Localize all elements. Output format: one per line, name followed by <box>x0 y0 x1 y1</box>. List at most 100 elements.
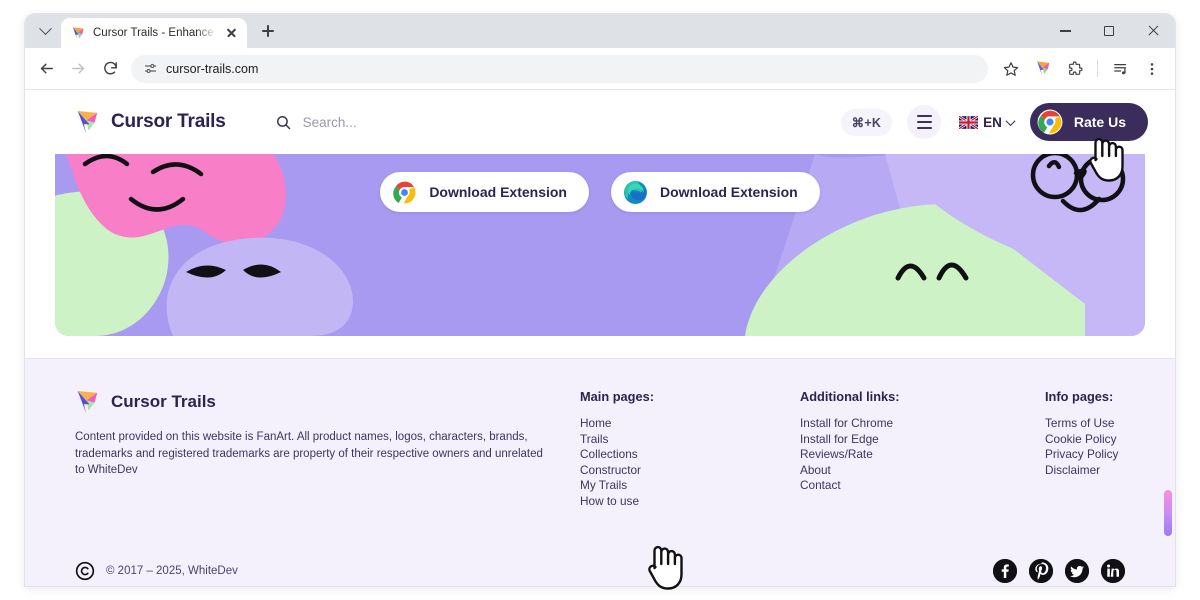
browser-menu-icon <box>1150 62 1154 75</box>
footer-link-collections[interactable]: Collections <box>580 447 800 463</box>
bookmark-button[interactable] <box>996 54 1026 84</box>
footer-bottom-bar: © 2017 – 2025, WhiteDev <box>25 536 1175 586</box>
browser-window: Cursor Trails - Enhance Your Ch <box>25 14 1175 586</box>
copyright-text: © 2017 – 2025, WhiteDev <box>106 564 238 577</box>
footer-link-home[interactable]: Home <box>580 416 800 432</box>
site-header: Cursor Trails Search... ⌘+K EN Rate Us <box>25 90 1175 154</box>
extensions-puzzle-icon <box>1069 60 1083 75</box>
download-extension-edge-button[interactable]: Download Extension <box>611 172 820 212</box>
footer-link-contact[interactable]: Contact <box>800 478 1045 494</box>
browser-menu-button[interactable] <box>1137 54 1167 84</box>
footer-disclaimer: Content provided on this website is FanA… <box>75 431 543 477</box>
pinterest-button[interactable] <box>1029 558 1053 583</box>
tab-search-button[interactable] <box>31 18 59 44</box>
tab-strip: Cursor Trails - Enhance Your Ch <box>25 14 1175 48</box>
hamburger-icon-line <box>916 126 932 129</box>
footer-column-main-pages: Main pages: Home Trails Collections Cons… <box>580 389 800 510</box>
extensions-button[interactable] <box>1060 54 1090 84</box>
footer-logo[interactable]: Cursor Trails <box>75 389 580 415</box>
hamburger-icon-line <box>916 121 932 123</box>
chrome-icon <box>392 180 417 204</box>
footer-column-info-pages: Info pages: Terms of Use Cookie Policy P… <box>1045 389 1118 510</box>
footer-link-disclaimer[interactable]: Disclaimer <box>1045 463 1118 479</box>
search-placeholder: Search... <box>302 114 357 130</box>
new-tab-button[interactable] <box>255 18 281 44</box>
footer-link-reviews-rate[interactable]: Reviews/Rate <box>800 447 1045 463</box>
twitter-icon <box>1065 558 1089 583</box>
footer-link-install-chrome[interactable]: Install for Chrome <box>800 416 1045 432</box>
hero-download-buttons: Download Extension Download Extension <box>55 172 1145 212</box>
chevron-down-icon <box>1005 115 1016 126</box>
hamburger-icon-line <box>916 115 932 118</box>
page-scrollbar-thumb[interactable] <box>1164 490 1172 536</box>
footer-brand-column: Cursor Trails Content provided on this w… <box>75 389 580 510</box>
download-extension-chrome-label: Download Extension <box>429 184 567 200</box>
close-window-button[interactable] <box>1131 14 1175 48</box>
copyright-icon <box>75 561 95 580</box>
page-scrollbar-track[interactable] <box>1161 90 1175 586</box>
page-viewport: Cursor Trails Search... ⌘+K EN Rate Us D… <box>25 90 1175 586</box>
site-logo[interactable]: Cursor Trails <box>75 109 226 135</box>
maximize-button[interactable] <box>1087 14 1131 48</box>
toolbar-actions <box>996 54 1167 84</box>
site-footer: Cursor Trails Content provided on this w… <box>25 358 1175 586</box>
download-extension-chrome-button[interactable]: Download Extension <box>380 172 589 212</box>
footer-column-title: Info pages: <box>1045 389 1114 404</box>
footer-column-additional-links: Additional links: Install for Chrome Ins… <box>800 389 1045 510</box>
footer-link-privacy-policy[interactable]: Privacy Policy <box>1045 447 1118 463</box>
edge-icon <box>624 180 647 204</box>
address-bar[interactable]: cursor-trails.com <box>131 54 988 83</box>
rate-us-header-label: Rate Us <box>1073 114 1126 130</box>
language-selector[interactable]: EN <box>959 114 1016 130</box>
reload-icon <box>103 61 117 75</box>
footer-link-trails[interactable]: Trails <box>580 432 800 448</box>
maximize-icon <box>1104 26 1114 36</box>
social-links <box>993 558 1125 583</box>
search-input[interactable]: Search... <box>258 102 833 142</box>
footer-link-install-edge[interactable]: Install for Edge <box>800 432 1045 448</box>
uk-flag-icon <box>959 115 979 129</box>
bookmark-star-icon <box>1003 61 1019 76</box>
back-icon <box>40 63 53 74</box>
footer-brand-name: Cursor Trails <box>111 392 216 411</box>
address-bar-url: cursor-trails.com <box>166 61 259 76</box>
menu-button[interactable] <box>907 105 942 139</box>
browser-tab-title: Cursor Trails - Enhance Your Ch <box>93 27 216 39</box>
facebook-button[interactable] <box>993 558 1017 583</box>
keyboard-shortcut-badge: ⌘+K <box>840 108 893 136</box>
footer-link-my-trails[interactable]: My Trails <box>580 478 800 494</box>
facebook-icon <box>993 558 1017 583</box>
footer-link-how-to-use[interactable]: How to use <box>580 494 800 510</box>
footer-link-constructor[interactable]: Constructor <box>580 463 800 479</box>
chrome-icon <box>1037 109 1063 135</box>
forward-button[interactable] <box>63 54 93 84</box>
reload-button[interactable] <box>95 54 125 84</box>
footer-link-about[interactable]: About <box>800 463 1045 479</box>
close-icon <box>1147 25 1159 37</box>
back-button[interactable] <box>31 54 61 84</box>
cursor-trails-logo-icon <box>75 109 101 135</box>
cursor-trails-favicon <box>71 26 86 41</box>
toolbar-divider <box>1097 60 1098 77</box>
footer-link-cookie-policy[interactable]: Cookie Policy <box>1045 432 1118 448</box>
browser-tab[interactable]: Cursor Trails - Enhance Your Ch <box>61 18 247 48</box>
site-settings-icon[interactable] <box>143 61 158 76</box>
chevron-down-icon <box>38 21 52 35</box>
minimize-button[interactable] <box>1043 14 1087 48</box>
linkedin-button[interactable] <box>1101 558 1125 583</box>
pinterest-icon <box>1029 558 1053 583</box>
cursor-trails-extension-icon <box>1036 61 1049 76</box>
cursor-trails-extension-button[interactable] <box>1028 54 1058 84</box>
media-list-button[interactable] <box>1105 54 1135 84</box>
rate-us-header-button[interactable]: Rate Us <box>1029 103 1148 141</box>
language-code: EN <box>983 114 1002 130</box>
close-icon[interactable] <box>223 25 239 41</box>
site-brand-name: Cursor Trails <box>111 111 226 132</box>
download-extension-edge-label: Download Extension <box>660 184 798 200</box>
minimize-icon <box>1059 30 1071 32</box>
twitter-button[interactable] <box>1065 558 1089 583</box>
linkedin-icon <box>1101 558 1125 583</box>
footer-column-title: Main pages: <box>580 389 654 404</box>
footer-link-terms-of-use[interactable]: Terms of Use <box>1045 416 1118 432</box>
copyright: © 2017 – 2025, WhiteDev <box>75 561 238 581</box>
